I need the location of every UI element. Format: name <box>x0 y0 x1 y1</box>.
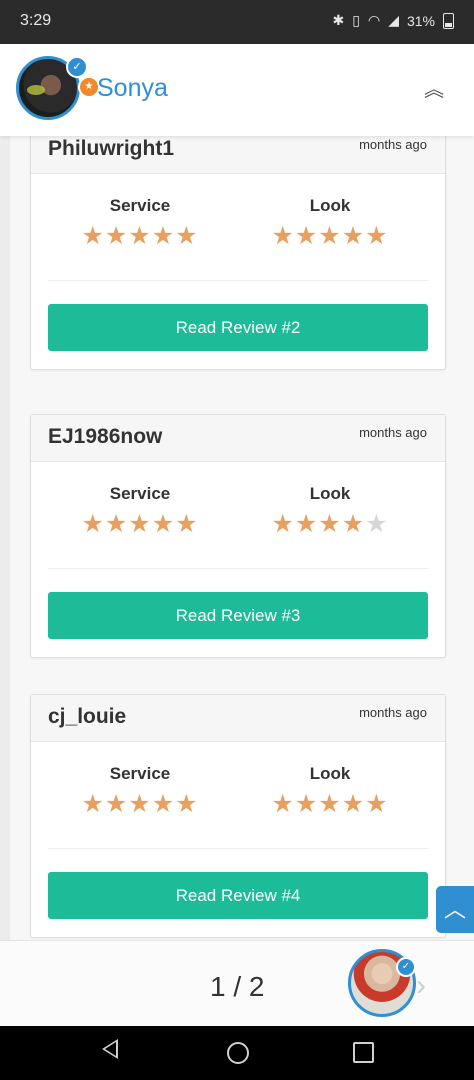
look-stars: ★★★★★ <box>250 510 410 538</box>
review-card-header: cj_louie months ago <box>31 695 445 742</box>
review-ratings: Service ★★★★★ Look ★★★★★ <box>48 462 428 569</box>
service-label: Service <box>109 764 171 783</box>
status-time: 3:29 <box>20 12 52 29</box>
service-stars: ★★★★★ <box>60 222 220 250</box>
star-icon: ★ <box>151 790 176 818</box>
chevron-right-icon[interactable]: › <box>416 969 426 1003</box>
star-icon: ★ <box>175 790 199 818</box>
look-label: Look <box>309 484 351 503</box>
service-stars: ★★★★★ <box>60 790 220 818</box>
star-icon: ★ <box>341 790 366 818</box>
star-icon: ★ <box>104 222 129 250</box>
status-icons: ✱ ▯ ◠ ◢ 31% <box>333 12 454 29</box>
look-stars: ★★★★★ <box>250 790 410 818</box>
review-card: EJ1986now months ago Service ★★★★★ Look … <box>30 414 446 658</box>
status-bar: 3:29 ✱ ▯ ◠ ◢ 31% <box>0 0 474 44</box>
star-icon: ★ <box>104 790 129 818</box>
look-rating: Look ★★★★★ <box>250 764 410 818</box>
wifi-icon: ◠ <box>367 12 381 28</box>
star-icon: ★ <box>128 222 152 250</box>
signal-icon: ◢ <box>388 12 399 28</box>
star-icon: ★ <box>151 222 176 250</box>
system-nav-bar <box>0 1025 474 1080</box>
profile-header: ✓ ★ Sonya ︽ <box>0 44 474 136</box>
page-indicator: 1 / 2 <box>210 971 265 1002</box>
read-review-button[interactable]: Read Review #2 <box>48 304 428 351</box>
verified-check-icon: ✓ <box>66 56 88 78</box>
star-icon: ★ <box>104 510 129 538</box>
review-ratings: Service ★★★★★ Look ★★★★★ <box>48 742 428 849</box>
service-label: Service <box>109 196 171 215</box>
star-icon: ★ <box>271 222 295 250</box>
star-icon: ★ <box>365 510 389 538</box>
star-icon: ★ <box>294 790 319 818</box>
star-icon: ★ <box>81 222 105 250</box>
review-card-header: EJ1986now months ago <box>31 415 445 462</box>
recents-icon[interactable] <box>353 1042 374 1063</box>
review-time: months ago <box>359 705 427 720</box>
review-card-header: Philuwright1 months ago <box>31 136 445 174</box>
look-label: Look <box>309 764 351 783</box>
read-review-button[interactable]: Read Review #4 <box>48 872 428 919</box>
star-icon: ★ <box>175 222 199 250</box>
read-review-button[interactable]: Read Review #3 <box>48 592 428 639</box>
back-icon[interactable] <box>102 1039 118 1059</box>
star-icon: ★ <box>318 790 342 818</box>
service-rating: Service ★★★★★ <box>60 484 220 538</box>
look-stars: ★★★★★ <box>250 222 410 250</box>
verified-check-icon: ✓ <box>396 957 416 977</box>
chevron-double-up-icon[interactable]: ︽ <box>424 80 444 100</box>
reviewer-name[interactable]: EJ1986now <box>48 425 162 449</box>
star-icon: ★ <box>151 510 176 538</box>
review-ratings: Service ★★★★★ Look ★★★★★ <box>48 174 428 281</box>
service-rating: Service ★★★★★ <box>60 764 220 818</box>
star-icon: ★ <box>128 790 152 818</box>
bluetooth-icon: ✱ <box>332 12 345 28</box>
service-rating: Service ★★★★★ <box>60 196 220 250</box>
star-icon: ★ <box>318 510 342 538</box>
star-icon: ★ <box>365 790 389 818</box>
reviewer-name[interactable]: cj_louie <box>48 705 126 729</box>
profile-name[interactable]: Sonya <box>97 74 168 103</box>
star-icon: ★ <box>271 510 295 538</box>
star-icon: ★ <box>294 222 319 250</box>
star-icon: ★ <box>365 222 389 250</box>
review-time: months ago <box>359 425 427 440</box>
battery-icon <box>443 12 454 29</box>
star-icon: ★ <box>175 510 199 538</box>
star-icon: ★ <box>128 510 152 538</box>
service-stars: ★★★★★ <box>60 510 220 538</box>
back-to-top-button[interactable]: ︿ <box>436 886 474 933</box>
reviews-list[interactable]: Philuwright1 months ago Service ★★★★★ Lo… <box>10 136 474 940</box>
vibrate-icon: ▯ <box>352 12 360 28</box>
service-label: Service <box>109 484 171 503</box>
star-icon: ★ <box>81 510 105 538</box>
review-time: months ago <box>359 137 427 152</box>
review-card: Philuwright1 months ago Service ★★★★★ Lo… <box>30 136 446 370</box>
look-label: Look <box>309 196 351 215</box>
look-rating: Look ★★★★★ <box>250 484 410 538</box>
star-icon: ★ <box>341 222 366 250</box>
star-icon: ★ <box>81 790 105 818</box>
star-icon: ★ <box>294 510 319 538</box>
profile-pager: 1 / 2 ✓ › <box>0 940 474 1026</box>
star-icon: ★ <box>341 510 366 538</box>
star-icon: ★ <box>271 790 295 818</box>
review-card: cj_louie months ago Service ★★★★★ Look ★… <box>30 694 446 938</box>
reviewer-name[interactable]: Philuwright1 <box>48 137 174 161</box>
battery-percent: 31% <box>406 12 435 29</box>
home-icon[interactable] <box>227 1042 249 1064</box>
look-rating: Look ★★★★★ <box>250 196 410 250</box>
star-icon: ★ <box>318 222 342 250</box>
